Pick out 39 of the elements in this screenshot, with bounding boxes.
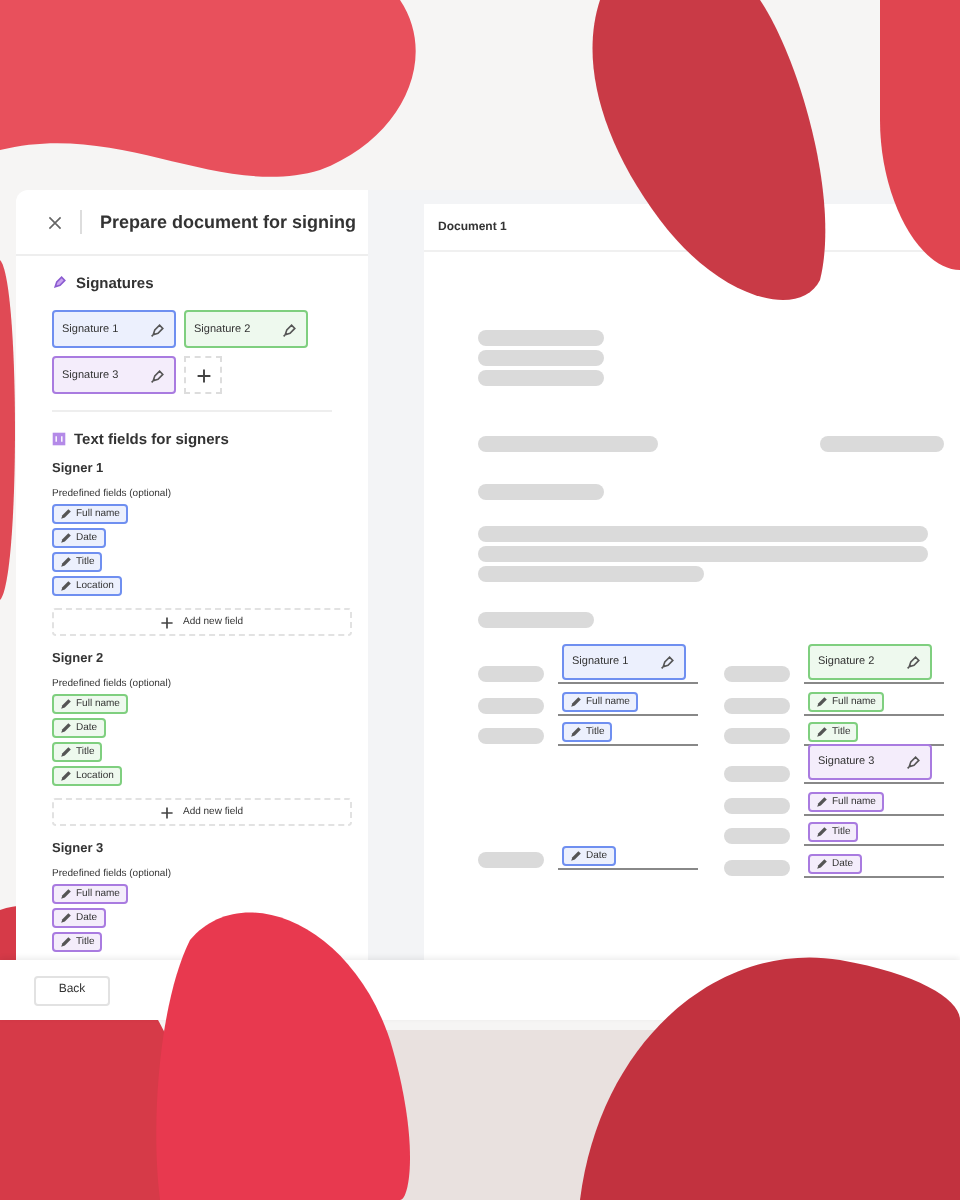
pen-nib-icon <box>282 321 298 337</box>
plus-icon <box>160 615 175 629</box>
text-placeholder-bar <box>478 350 604 366</box>
plus-icon <box>160 805 175 819</box>
pencil-icon <box>816 695 828 707</box>
dialog-title: Prepare document for signing <box>100 212 357 232</box>
text-placeholder-bar <box>724 728 790 744</box>
pen-nib-icon <box>906 654 922 670</box>
pencil-icon <box>816 857 828 869</box>
pen-nib-icon <box>150 321 166 337</box>
text-placeholder-bar <box>724 697 790 713</box>
pencil-icon <box>816 826 828 838</box>
text-placeholder-bar <box>478 852 544 868</box>
text-placeholder-bar <box>478 666 544 682</box>
pen-nib-icon <box>52 274 68 290</box>
pencil-icon <box>570 695 582 707</box>
text-placeholder-bar <box>724 766 790 782</box>
pencil-icon <box>570 850 582 862</box>
text-placeholder-bar <box>478 370 604 386</box>
pen-nib-icon <box>906 754 922 770</box>
text-placeholder-bar <box>478 330 604 346</box>
pencil-icon <box>570 726 582 738</box>
text-placeholder-bar <box>820 436 944 452</box>
add-signature-button[interactable] <box>184 356 222 394</box>
text-placeholder-bar <box>478 484 604 500</box>
text-field-icon <box>52 431 66 445</box>
pen-nib-icon <box>660 654 676 670</box>
close-icon[interactable] <box>48 215 62 229</box>
text-placeholder-bar <box>724 859 790 875</box>
text-placeholder-bar <box>478 697 544 713</box>
text-placeholder-bar <box>478 728 544 744</box>
text-placeholder-bar <box>724 828 790 844</box>
pencil-icon <box>816 795 828 807</box>
text-placeholder-bar <box>724 797 790 813</box>
text-placeholder-bar <box>724 666 790 682</box>
pen-nib-icon <box>150 367 166 383</box>
plus-icon <box>195 367 211 383</box>
text-placeholder-bar <box>478 612 594 628</box>
pencil-icon <box>816 726 828 738</box>
